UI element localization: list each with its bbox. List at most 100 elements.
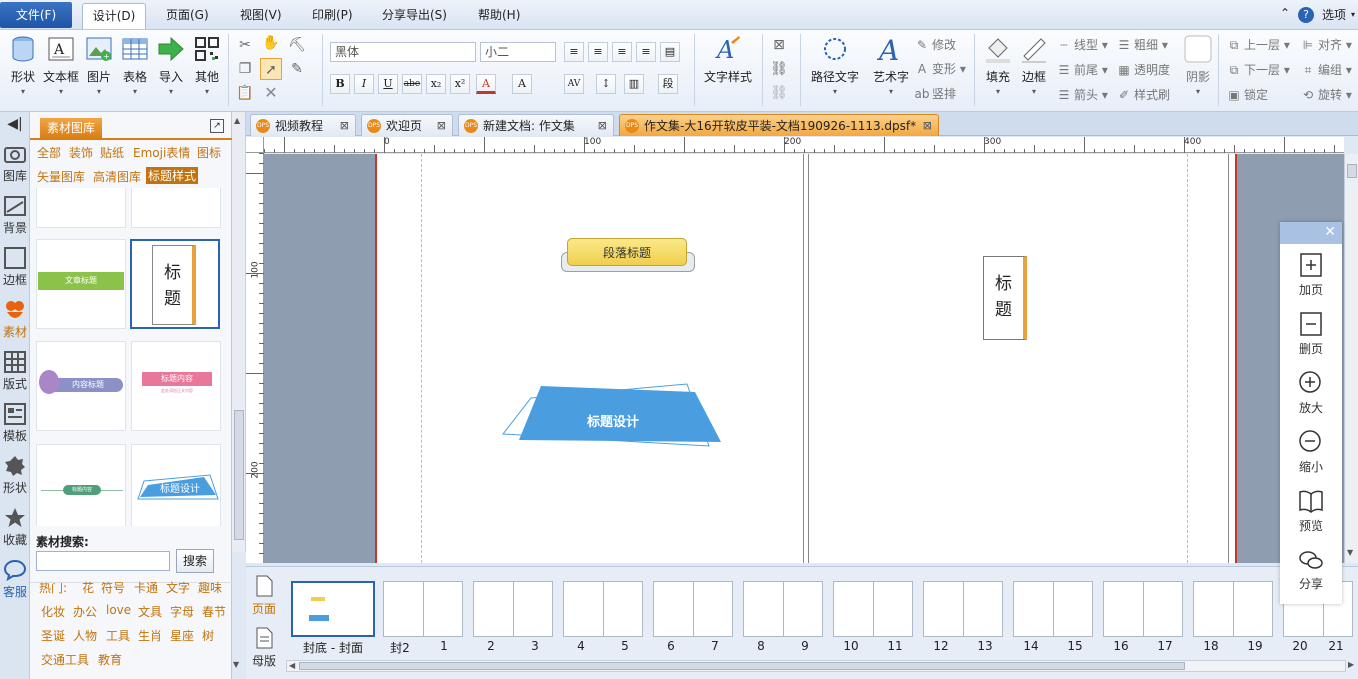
rail-template[interactable]: 模板 xyxy=(0,402,30,444)
line-tail-button[interactable]: ☰ 前尾 ▾ xyxy=(1056,61,1108,78)
tab-active-document[interactable]: DPS 作文集-大16开软皮平装-文档190926-1113.dpsf* ⊠ xyxy=(619,114,939,136)
cat-icon[interactable]: 图标 xyxy=(197,144,221,161)
rail-layout[interactable]: 版式 xyxy=(0,350,30,392)
transparency-button[interactable]: ▦ 透明度 xyxy=(1116,61,1170,78)
add-page-button[interactable]: 加页 xyxy=(1280,252,1342,298)
hot-tag[interactable]: 化妆 xyxy=(41,603,65,620)
close-icon[interactable]: ⊠ xyxy=(340,115,349,137)
hot-tag[interactable]: 趣味 xyxy=(198,579,222,596)
bring-forward-button[interactable]: ⧉ 上一层 ▾ xyxy=(1226,36,1290,53)
thumb-top-right[interactable] xyxy=(131,188,221,228)
hot-tag[interactable]: 树 xyxy=(202,627,214,644)
hot-tag[interactable]: 卡通 xyxy=(134,579,158,596)
panel-scroll-down-icon[interactable]: ▼ xyxy=(233,660,239,669)
unlink-icon[interactable]: ⛓ xyxy=(770,84,788,102)
paragraph-button[interactable]: 段 xyxy=(658,74,678,94)
cut-icon[interactable]: ✂ xyxy=(236,36,254,54)
rail-border[interactable]: 边框 xyxy=(0,246,30,288)
title-design-object[interactable]: 标题设计 xyxy=(501,382,725,452)
bold-button[interactable]: B xyxy=(330,74,350,94)
justify-icon[interactable]: ≡ xyxy=(636,42,656,62)
strip-scrollbar[interactable]: ◀ xyxy=(286,660,1346,672)
hot-tag[interactable]: 教育 xyxy=(98,651,122,668)
page-thumb-cover[interactable] xyxy=(291,581,375,637)
line-type-button[interactable]: ┄ 线型 ▾ xyxy=(1056,36,1107,53)
hot-tag[interactable]: 花 xyxy=(82,579,94,596)
options-menu[interactable]: 选项 xyxy=(1322,6,1346,23)
scroll-up-icon[interactable]: ▲ xyxy=(234,116,240,125)
link-icon[interactable]: ⛓ xyxy=(770,60,788,78)
tab-new-document[interactable]: DPS 新建文档: 作文集 ⊠ xyxy=(458,114,614,136)
textbox-unlink-icon[interactable]: ⊠ xyxy=(770,36,788,54)
line-spacing-icon[interactable]: ↕ xyxy=(596,74,616,94)
share-button[interactable]: 分享 xyxy=(1280,548,1342,592)
hot-tag[interactable]: 交通工具 xyxy=(41,651,89,668)
rail-support[interactable]: 客服 xyxy=(0,558,30,600)
align-button[interactable]: ⊫ 对齐 ▾ xyxy=(1300,36,1352,53)
font-color-button[interactable]: A xyxy=(476,74,496,94)
thumb-content-title[interactable]: 内容标题 xyxy=(36,341,126,431)
thickness-button[interactable]: ☰ 粗细 ▾ xyxy=(1116,36,1168,53)
search-input[interactable] xyxy=(36,551,170,571)
cat-decoration[interactable]: 装饰 xyxy=(69,144,93,161)
import-button[interactable]: 导入 ▾ xyxy=(153,34,189,96)
table-button[interactable]: 表格 ▾ xyxy=(117,34,153,96)
thumb-article-title[interactable]: 文章标题 xyxy=(36,239,126,329)
tab-video-tutorial[interactable]: DPS 视频教程 ⊠ xyxy=(250,114,356,136)
page-thumb[interactable] xyxy=(743,581,823,637)
thumb-vertical-title[interactable]: 标题 xyxy=(130,239,220,329)
hot-tag[interactable]: 办公 xyxy=(73,603,97,620)
page-thumb[interactable] xyxy=(653,581,733,637)
scroll-left-icon[interactable]: ◀ xyxy=(289,661,295,670)
rail-gallery[interactable]: 图库 xyxy=(0,142,30,184)
page-thumb[interactable] xyxy=(563,581,643,637)
crop-tool-icon[interactable]: ⛏ xyxy=(288,36,306,54)
hot-tag[interactable]: 文具 xyxy=(138,603,162,620)
style-brush-button[interactable]: ✐ 样式刷 xyxy=(1116,86,1170,103)
menu-print[interactable]: 印刷(P) xyxy=(306,4,359,26)
hot-tag[interactable]: 文字 xyxy=(166,579,190,596)
menu-help[interactable]: 帮助(H) xyxy=(472,4,526,26)
superscript-button[interactable]: x² xyxy=(450,74,470,94)
help-icon[interactable]: ? xyxy=(1298,7,1314,23)
paste-icon[interactable]: 📋 xyxy=(236,84,254,102)
image-button[interactable]: + 图片 ▾ xyxy=(81,34,117,96)
lock-button[interactable]: ▣ 锁定 xyxy=(1226,86,1268,103)
art-modify-button[interactable]: ✎ 修改 xyxy=(914,36,956,53)
page-thumb[interactable] xyxy=(1193,581,1273,637)
hot-tag[interactable]: 春节 xyxy=(202,603,226,620)
options-dropdown-icon[interactable]: ▾ xyxy=(1351,10,1355,19)
art-transform-button[interactable]: A 变形 ▾ xyxy=(914,60,966,77)
rail-shape[interactable]: 形状 xyxy=(0,454,30,496)
scroll-down-icon[interactable]: ▼ xyxy=(1347,548,1353,557)
hot-tag[interactable]: 生肖 xyxy=(138,627,162,644)
hand-icon[interactable]: ✋ xyxy=(262,34,280,52)
align-right-icon[interactable]: ≡ xyxy=(612,42,632,62)
fill-button[interactable]: 填充 ▾ xyxy=(980,34,1016,96)
strikethrough-button[interactable]: abe xyxy=(402,74,422,94)
collapse-icon[interactable]: ⌃ xyxy=(1280,6,1290,20)
canvas-area[interactable]: 段落标题 标题设计 标 题 xyxy=(264,154,1344,563)
columns-icon[interactable]: ▥ xyxy=(624,74,644,94)
shadow-button[interactable]: 阴影 ▾ xyxy=(1180,34,1216,96)
thumb-title-design[interactable]: 标题设计 xyxy=(131,444,221,526)
menu-share-export[interactable]: 分享导出(S) xyxy=(376,4,453,26)
format-painter-icon[interactable]: ✎ xyxy=(288,60,306,78)
panel-scroll-thumb[interactable] xyxy=(234,410,244,540)
close-icon[interactable]: ⊠ xyxy=(598,115,607,137)
popout-icon[interactable]: ↗ xyxy=(210,119,224,133)
pointer-icon[interactable]: ➚ xyxy=(260,58,282,80)
font-name-select[interactable]: 黑体 xyxy=(330,42,476,62)
char-spacing-icon[interactable]: AV xyxy=(564,74,584,94)
rotate-button[interactable]: ⟲ 旋转 ▾ xyxy=(1300,86,1352,103)
tab-welcome[interactable]: DPS 欢迎页 ⊠ xyxy=(361,114,453,136)
close-icon[interactable]: ⊠ xyxy=(437,115,446,137)
thumb-top-left[interactable] xyxy=(36,188,126,228)
arrow-button[interactable]: ☰ 箭头 ▾ xyxy=(1056,86,1108,103)
master-view-button[interactable]: 母版 xyxy=(250,627,278,669)
hot-tag[interactable]: 圣诞 xyxy=(41,627,65,644)
zoom-in-button[interactable]: 放大 xyxy=(1280,370,1342,416)
canvas-scroll-thumb[interactable] xyxy=(1347,164,1357,178)
cat-hd[interactable]: 高清图库 xyxy=(93,168,141,185)
shape-button[interactable]: 形状 ▾ xyxy=(5,34,41,96)
